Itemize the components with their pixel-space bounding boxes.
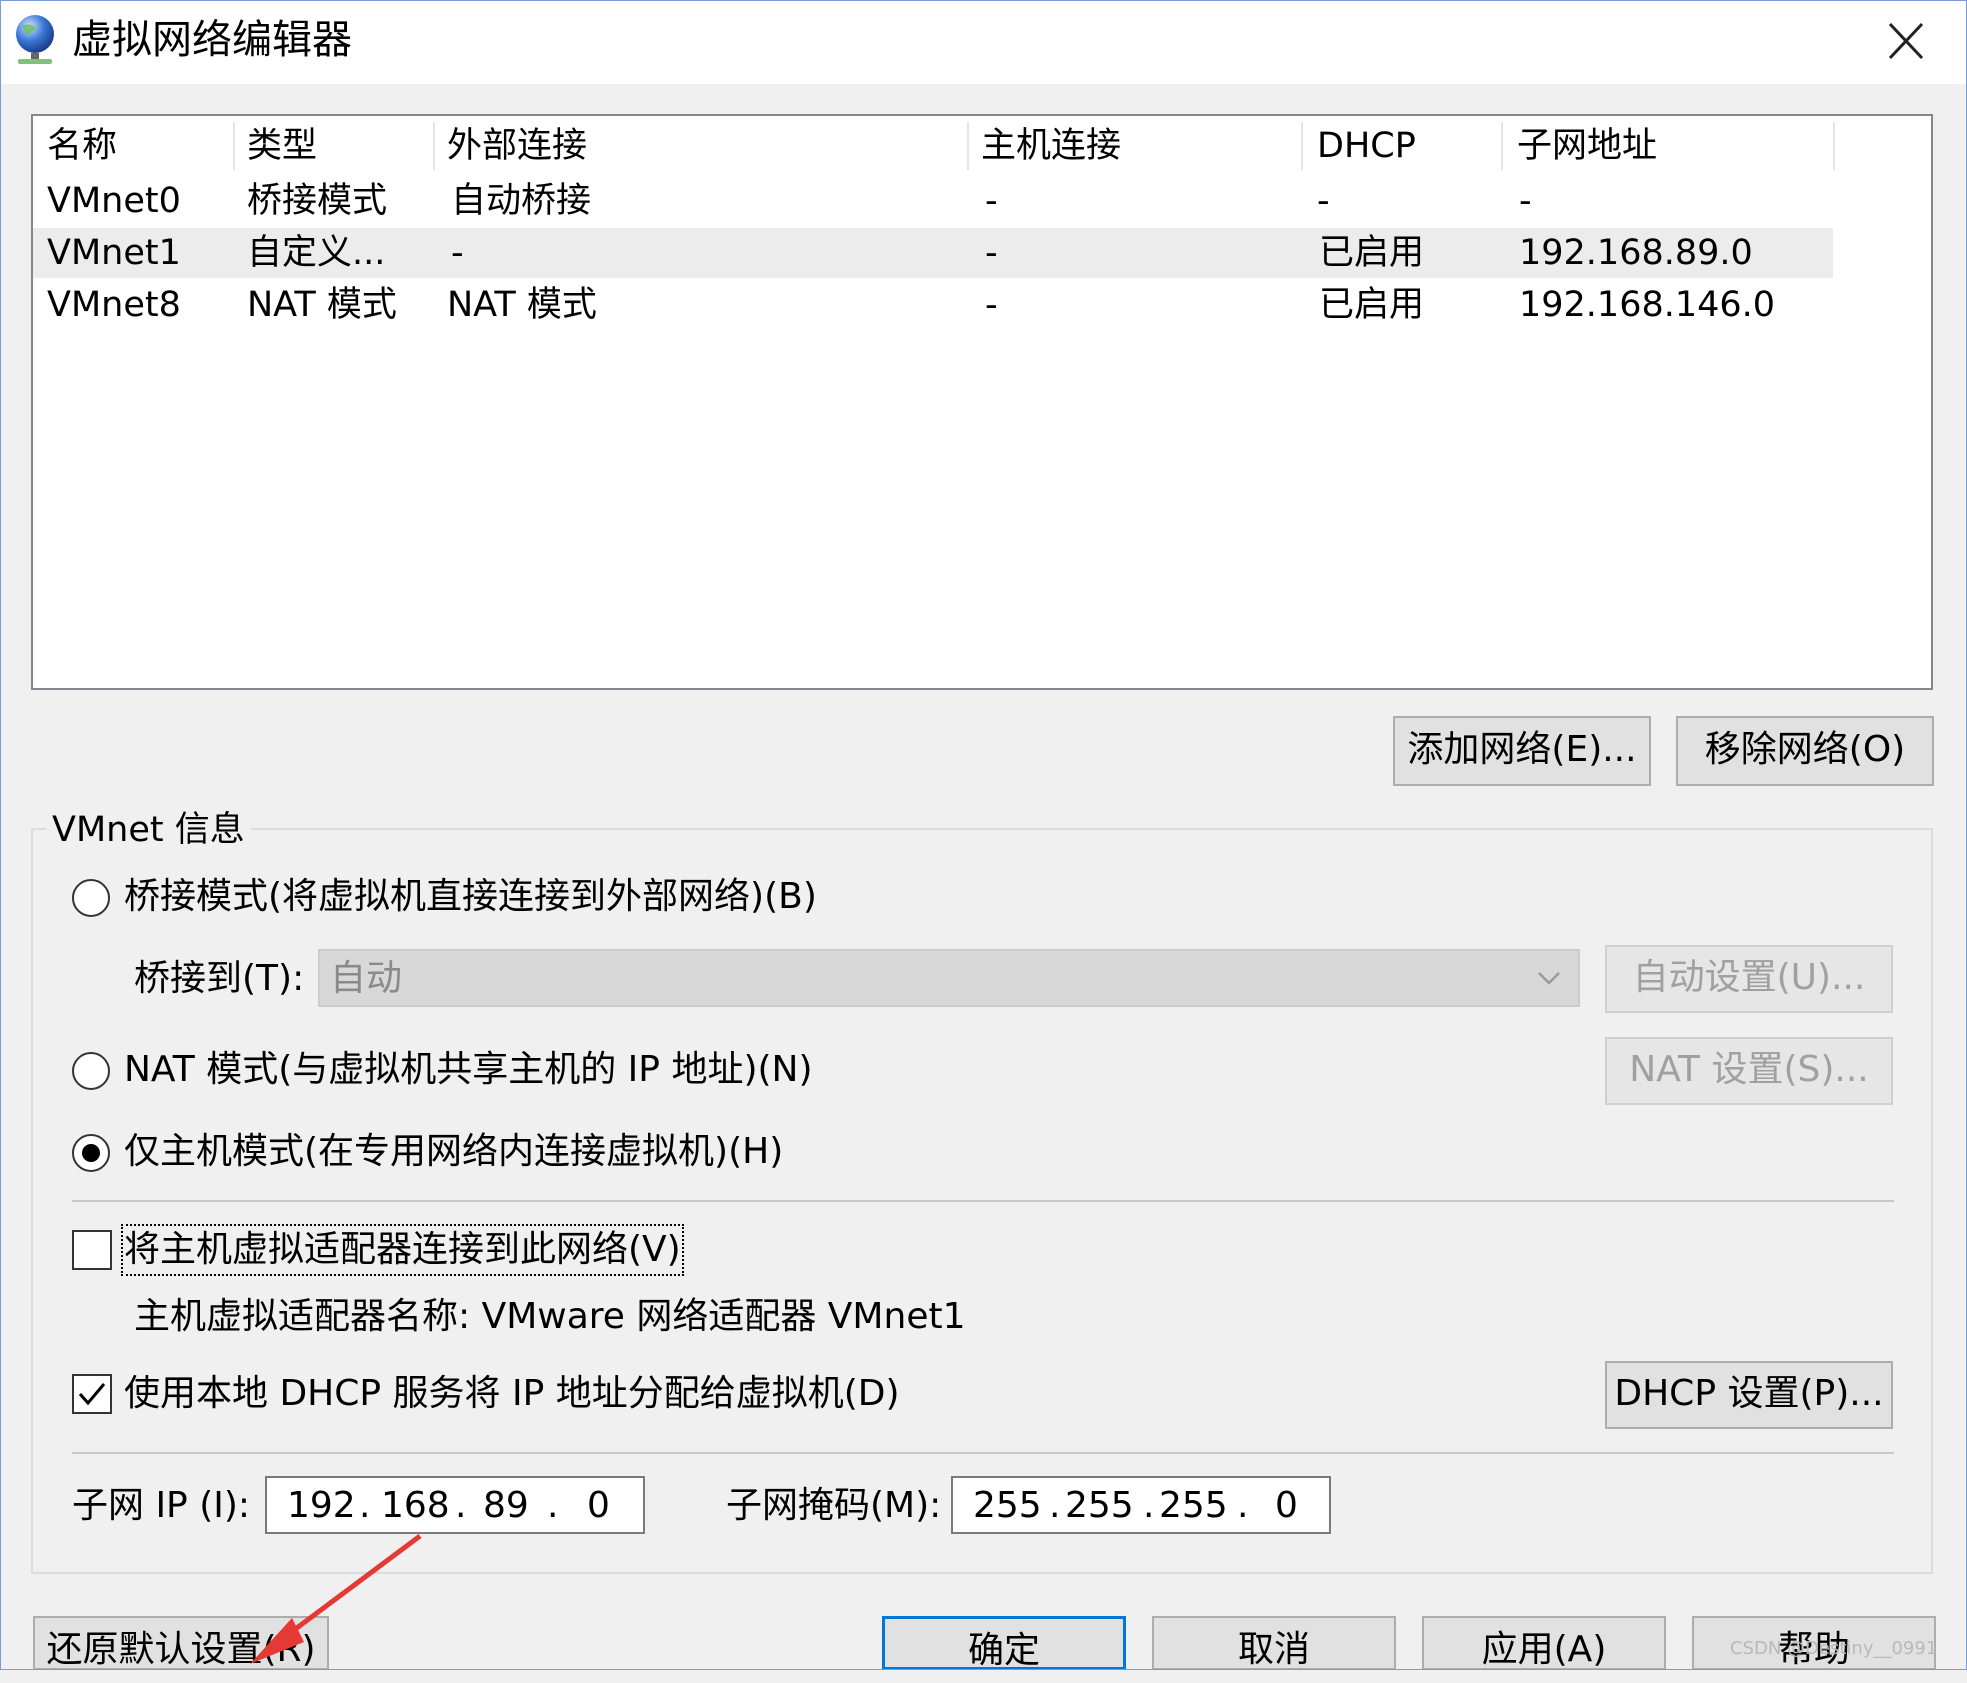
cell-name: VMnet1 [47, 233, 181, 273]
cell-type: NAT 模式 [247, 285, 397, 325]
mask-dot: . [1049, 1485, 1061, 1526]
bridge-to-select[interactable]: 自动 [318, 949, 1580, 1007]
cell-name: VMnet8 [47, 285, 181, 325]
subnet-ip-label: 子网 IP (I): [72, 1485, 251, 1526]
hostonly-mode-radio[interactable] [72, 1134, 110, 1172]
mask-octet[interactable]: 255 [1159, 1482, 1228, 1530]
connect-adapter-label[interactable]: 将主机虚拟适配器连接到此网络(V) [121, 1224, 684, 1276]
close-icon[interactable] [1880, 18, 1932, 66]
separator [72, 1200, 1894, 1202]
column-header-dhcp[interactable]: DHCP [1317, 116, 1416, 176]
bridged-mode-label[interactable]: 桥接模式(将虚拟机直接连接到外部网络)(B) [124, 874, 817, 920]
cell-name: VMnet0 [47, 181, 181, 221]
subnet-mask-input[interactable]: 255 . 255 . 255 . 0 [951, 1476, 1331, 1534]
cell-host: - [985, 233, 998, 273]
nat-settings-button[interactable]: NAT 设置(S)... [1605, 1037, 1893, 1105]
mask-octet[interactable]: 255 [1065, 1482, 1134, 1530]
bridge-to-value: 自动 [330, 958, 403, 999]
ip-dot: . [547, 1485, 559, 1526]
subnet-mask-label: 子网掩码(M): [726, 1485, 942, 1526]
cell-type: 桥接模式 [247, 181, 388, 221]
vmnet-info-label: VMnet 信息 [46, 808, 251, 852]
watermark: CSDN @Destiny__0991 [1730, 1638, 1938, 1659]
mask-dot: . [1237, 1485, 1249, 1526]
table-row-vmnet1[interactable]: VMnet1 自定义... - - 已启用 192.168.89.0 [33, 228, 1833, 278]
hostonly-mode-label[interactable]: 仅主机模式(在专用网络内连接虚拟机)(H) [124, 1129, 783, 1175]
ip-octet[interactable]: 0 [587, 1482, 610, 1530]
table-row-vmnet0[interactable]: VMnet0 桥接模式 自动桥接 - - - [33, 176, 1833, 226]
cell-dhcp: 已启用 [1319, 233, 1425, 273]
cell-host: - [985, 181, 998, 221]
column-header-type[interactable]: 类型 [247, 116, 317, 176]
adapter-name-text: 主机虚拟适配器名称: VMware 网络适配器 VMnet1 [134, 1296, 966, 1337]
apply-button[interactable]: 应用(A) [1422, 1616, 1666, 1670]
ip-dot: . [455, 1485, 467, 1526]
column-divider[interactable] [433, 122, 435, 170]
cell-external: 自动桥接 [451, 181, 592, 221]
separator [72, 1452, 1894, 1454]
cell-type: 自定义... [247, 233, 386, 273]
cell-external: - [451, 233, 464, 273]
network-globe-icon [12, 12, 58, 66]
chevron-down-icon [1534, 963, 1564, 993]
annotation-arrow-icon [230, 1530, 430, 1670]
dhcp-label[interactable]: 使用本地 DHCP 服务将 IP 地址分配给虚拟机(D) [124, 1371, 900, 1417]
cell-subnet: 192.168.89.0 [1519, 233, 1753, 273]
window-title: 虚拟网络编辑器 [72, 17, 352, 63]
cell-external: NAT 模式 [447, 285, 597, 325]
remove-network-button[interactable]: 移除网络(O) [1676, 716, 1934, 786]
nat-mode-label[interactable]: NAT 模式(与虚拟机共享主机的 IP 地址)(N) [124, 1047, 813, 1093]
add-network-button[interactable]: 添加网络(E)... [1393, 716, 1651, 786]
ip-octet[interactable]: 192 [287, 1482, 356, 1530]
column-divider[interactable] [1301, 122, 1303, 170]
ip-octet[interactable]: 89 [483, 1482, 529, 1530]
ip-dot: . [359, 1485, 371, 1526]
column-divider[interactable] [233, 122, 235, 170]
auto-settings-button[interactable]: 自动设置(U)... [1605, 945, 1893, 1013]
mask-octet[interactable]: 0 [1275, 1482, 1298, 1530]
column-divider[interactable] [1833, 122, 1835, 170]
cell-dhcp: - [1317, 181, 1330, 221]
ok-button[interactable]: 确定 [882, 1616, 1126, 1671]
list-header: 名称 类型 外部连接 主机连接 DHCP 子网地址 [33, 116, 1835, 176]
column-header-subnet[interactable]: 子网地址 [1517, 116, 1657, 176]
dhcp-checkbox[interactable] [72, 1374, 112, 1414]
cell-host: - [985, 285, 998, 325]
column-divider[interactable] [967, 122, 969, 170]
cell-subnet: 192.168.146.0 [1519, 285, 1776, 325]
cell-dhcp: 已启用 [1319, 285, 1425, 325]
bridged-mode-radio[interactable] [72, 879, 110, 917]
table-row-vmnet8[interactable]: VMnet8 NAT 模式 NAT 模式 - 已启用 192.168.146.0 [33, 280, 1833, 330]
checkmark-icon [78, 1383, 106, 1406]
subnet-ip-input[interactable]: 192 . 168 . 89 . 0 [265, 1476, 645, 1534]
radio-selected-dot [82, 1144, 100, 1162]
column-header-external[interactable]: 外部连接 [447, 116, 587, 176]
mask-dot: . [1143, 1485, 1155, 1526]
cancel-button[interactable]: 取消 [1152, 1616, 1396, 1670]
cell-subnet: - [1519, 181, 1532, 221]
ip-octet[interactable]: 168 [381, 1482, 450, 1530]
network-list[interactable]: 名称 类型 外部连接 主机连接 DHCP 子网地址 VMnet0 桥接模式 自动… [31, 114, 1933, 690]
bridge-to-label: 桥接到(T): [134, 958, 305, 999]
nat-mode-radio[interactable] [72, 1052, 110, 1090]
column-header-host[interactable]: 主机连接 [981, 116, 1121, 176]
dhcp-settings-button[interactable]: DHCP 设置(P)... [1605, 1361, 1893, 1429]
mask-octet[interactable]: 255 [973, 1482, 1042, 1530]
column-divider[interactable] [1501, 122, 1503, 170]
column-header-name[interactable]: 名称 [47, 116, 117, 176]
connect-adapter-checkbox[interactable] [72, 1230, 112, 1270]
